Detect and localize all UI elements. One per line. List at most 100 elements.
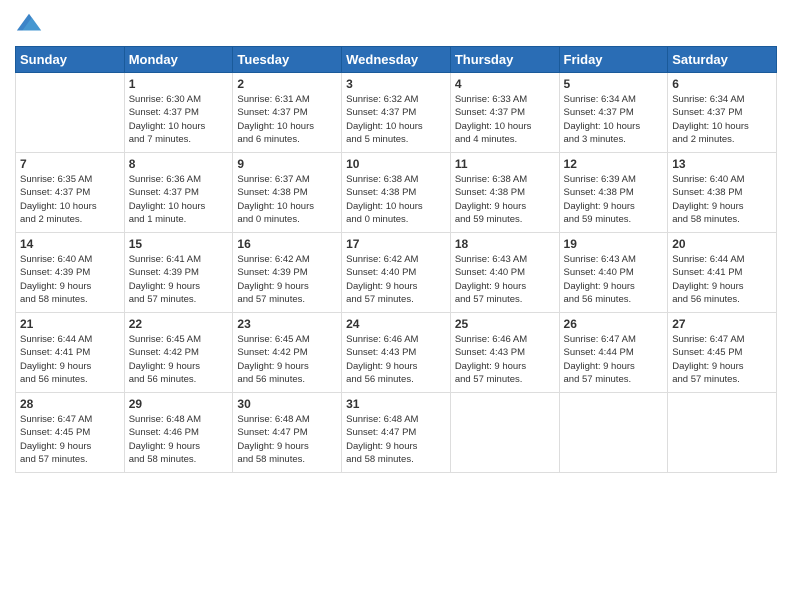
calendar-cell: 1 Sunrise: 6:30 AM Sunset: 4:37 PM Daylig… — [124, 73, 233, 153]
day-info: Sunrise: 6:48 AM Sunset: 4:46 PM Dayligh… — [129, 413, 229, 466]
day-info: Sunrise: 6:48 AM Sunset: 4:47 PM Dayligh… — [237, 413, 337, 466]
calendar-table: SundayMondayTuesdayWednesdayThursdayFrid… — [15, 46, 777, 473]
calendar-cell: 30 Sunrise: 6:48 AM Sunset: 4:47 PM Dayli… — [233, 393, 342, 473]
day-info: Sunrise: 6:36 AM Sunset: 4:37 PM Dayligh… — [129, 173, 229, 226]
day-number: 28 — [20, 397, 120, 411]
header-day-wednesday: Wednesday — [342, 47, 451, 73]
day-info: Sunrise: 6:47 AM Sunset: 4:45 PM Dayligh… — [20, 413, 120, 466]
calendar-cell: 25 Sunrise: 6:46 AM Sunset: 4:43 PM Dayli… — [450, 313, 559, 393]
day-info: Sunrise: 6:47 AM Sunset: 4:45 PM Dayligh… — [672, 333, 772, 386]
calendar-cell — [16, 73, 125, 153]
day-number: 22 — [129, 317, 229, 331]
calendar-cell: 8 Sunrise: 6:36 AM Sunset: 4:37 PM Daylig… — [124, 153, 233, 233]
day-info: Sunrise: 6:41 AM Sunset: 4:39 PM Dayligh… — [129, 253, 229, 306]
calendar-cell: 7 Sunrise: 6:35 AM Sunset: 4:37 PM Daylig… — [16, 153, 125, 233]
day-number: 27 — [672, 317, 772, 331]
header-day-friday: Friday — [559, 47, 668, 73]
week-row-5: 28 Sunrise: 6:47 AM Sunset: 4:45 PM Dayli… — [16, 393, 777, 473]
day-info: Sunrise: 6:45 AM Sunset: 4:42 PM Dayligh… — [129, 333, 229, 386]
day-number: 23 — [237, 317, 337, 331]
calendar-cell: 29 Sunrise: 6:48 AM Sunset: 4:46 PM Dayli… — [124, 393, 233, 473]
day-number: 1 — [129, 77, 229, 91]
header-day-monday: Monday — [124, 47, 233, 73]
calendar-cell: 19Sunrise: 6:43 AM Sunset: 4:40 PM Dayli… — [559, 233, 668, 313]
day-info: Sunrise: 6:38 AM Sunset: 4:38 PM Dayligh… — [346, 173, 446, 226]
calendar-cell: 13 Sunrise: 6:40 AM Sunset: 4:38 PM Dayli… — [668, 153, 777, 233]
day-number: 31 — [346, 397, 446, 411]
day-info: Sunrise: 6:35 AM Sunset: 4:37 PM Dayligh… — [20, 173, 120, 226]
day-number: 18 — [455, 237, 555, 251]
calendar-cell: 9Sunrise: 6:37 AM Sunset: 4:38 PM Daylig… — [233, 153, 342, 233]
week-row-2: 7 Sunrise: 6:35 AM Sunset: 4:37 PM Daylig… — [16, 153, 777, 233]
header-day-tuesday: Tuesday — [233, 47, 342, 73]
day-info: Sunrise: 6:46 AM Sunset: 4:43 PM Dayligh… — [455, 333, 555, 386]
day-number: 24 — [346, 317, 446, 331]
day-info: Sunrise: 6:38 AM Sunset: 4:38 PM Dayligh… — [455, 173, 555, 226]
day-number: 17 — [346, 237, 446, 251]
day-number: 25 — [455, 317, 555, 331]
header-day-thursday: Thursday — [450, 47, 559, 73]
calendar-cell: 28 Sunrise: 6:47 AM Sunset: 4:45 PM Dayli… — [16, 393, 125, 473]
day-info: Sunrise: 6:40 AM Sunset: 4:39 PM Dayligh… — [20, 253, 120, 306]
calendar-cell: 2 Sunrise: 6:31 AM Sunset: 4:37 PM Daylig… — [233, 73, 342, 153]
day-number: 2 — [237, 77, 337, 91]
day-number: 8 — [129, 157, 229, 171]
calendar-cell: 24Sunrise: 6:46 AM Sunset: 4:43 PM Dayli… — [342, 313, 451, 393]
day-info: Sunrise: 6:34 AM Sunset: 4:37 PM Dayligh… — [672, 93, 772, 146]
logo — [15, 10, 47, 38]
calendar-cell: 20 Sunrise: 6:44 AM Sunset: 4:41 PM Dayli… — [668, 233, 777, 313]
day-number: 7 — [20, 157, 120, 171]
day-info: Sunrise: 6:44 AM Sunset: 4:41 PM Dayligh… — [20, 333, 120, 386]
calendar-cell: 21 Sunrise: 6:44 AM Sunset: 4:41 PM Dayli… — [16, 313, 125, 393]
calendar-cell: 27 Sunrise: 6:47 AM Sunset: 4:45 PM Dayli… — [668, 313, 777, 393]
header — [15, 10, 777, 38]
calendar-cell: 5Sunrise: 6:34 AM Sunset: 4:37 PM Daylig… — [559, 73, 668, 153]
day-info: Sunrise: 6:47 AM Sunset: 4:44 PM Dayligh… — [564, 333, 664, 386]
day-info: Sunrise: 6:42 AM Sunset: 4:40 PM Dayligh… — [346, 253, 446, 306]
day-info: Sunrise: 6:30 AM Sunset: 4:37 PM Dayligh… — [129, 93, 229, 146]
week-row-4: 21 Sunrise: 6:44 AM Sunset: 4:41 PM Dayli… — [16, 313, 777, 393]
calendar-cell: 11 Sunrise: 6:38 AM Sunset: 4:38 PM Dayli… — [450, 153, 559, 233]
day-number: 14 — [20, 237, 120, 251]
page: SundayMondayTuesdayWednesdayThursdayFrid… — [0, 0, 792, 612]
week-row-3: 14 Sunrise: 6:40 AM Sunset: 4:39 PM Dayli… — [16, 233, 777, 313]
day-info: Sunrise: 6:31 AM Sunset: 4:37 PM Dayligh… — [237, 93, 337, 146]
day-number: 15 — [129, 237, 229, 251]
day-number: 12 — [564, 157, 664, 171]
header-row: SundayMondayTuesdayWednesdayThursdayFrid… — [16, 47, 777, 73]
day-info: Sunrise: 6:39 AM Sunset: 4:38 PM Dayligh… — [564, 173, 664, 226]
calendar-cell: 31 Sunrise: 6:48 AM Sunset: 4:47 PM Dayli… — [342, 393, 451, 473]
day-info: Sunrise: 6:48 AM Sunset: 4:47 PM Dayligh… — [346, 413, 446, 466]
calendar-body: 1 Sunrise: 6:30 AM Sunset: 4:37 PM Daylig… — [16, 73, 777, 473]
calendar-cell: 12 Sunrise: 6:39 AM Sunset: 4:38 PM Dayli… — [559, 153, 668, 233]
day-info: Sunrise: 6:37 AM Sunset: 4:38 PM Dayligh… — [237, 173, 337, 226]
day-info: Sunrise: 6:40 AM Sunset: 4:38 PM Dayligh… — [672, 173, 772, 226]
day-number: 30 — [237, 397, 337, 411]
calendar-cell: 14 Sunrise: 6:40 AM Sunset: 4:39 PM Dayli… — [16, 233, 125, 313]
calendar-cell — [450, 393, 559, 473]
day-number: 13 — [672, 157, 772, 171]
calendar-cell: 16Sunrise: 6:42 AM Sunset: 4:39 PM Dayli… — [233, 233, 342, 313]
calendar-cell — [559, 393, 668, 473]
day-info: Sunrise: 6:33 AM Sunset: 4:37 PM Dayligh… — [455, 93, 555, 146]
calendar-header: SundayMondayTuesdayWednesdayThursdayFrid… — [16, 47, 777, 73]
day-number: 6 — [672, 77, 772, 91]
calendar-cell: 17 Sunrise: 6:42 AM Sunset: 4:40 PM Dayli… — [342, 233, 451, 313]
calendar-cell: 6 Sunrise: 6:34 AM Sunset: 4:37 PM Daylig… — [668, 73, 777, 153]
day-number: 5 — [564, 77, 664, 91]
header-day-sunday: Sunday — [16, 47, 125, 73]
day-number: 21 — [20, 317, 120, 331]
logo-icon — [15, 10, 43, 38]
day-number: 19 — [564, 237, 664, 251]
day-number: 11 — [455, 157, 555, 171]
calendar-cell: 15 Sunrise: 6:41 AM Sunset: 4:39 PM Dayli… — [124, 233, 233, 313]
day-info: Sunrise: 6:45 AM Sunset: 4:42 PM Dayligh… — [237, 333, 337, 386]
day-info: Sunrise: 6:44 AM Sunset: 4:41 PM Dayligh… — [672, 253, 772, 306]
week-row-1: 1 Sunrise: 6:30 AM Sunset: 4:37 PM Daylig… — [16, 73, 777, 153]
day-number: 4 — [455, 77, 555, 91]
day-number: 20 — [672, 237, 772, 251]
day-number: 29 — [129, 397, 229, 411]
day-number: 16 — [237, 237, 337, 251]
calendar-cell: 10Sunrise: 6:38 AM Sunset: 4:38 PM Dayli… — [342, 153, 451, 233]
calendar-cell — [668, 393, 777, 473]
